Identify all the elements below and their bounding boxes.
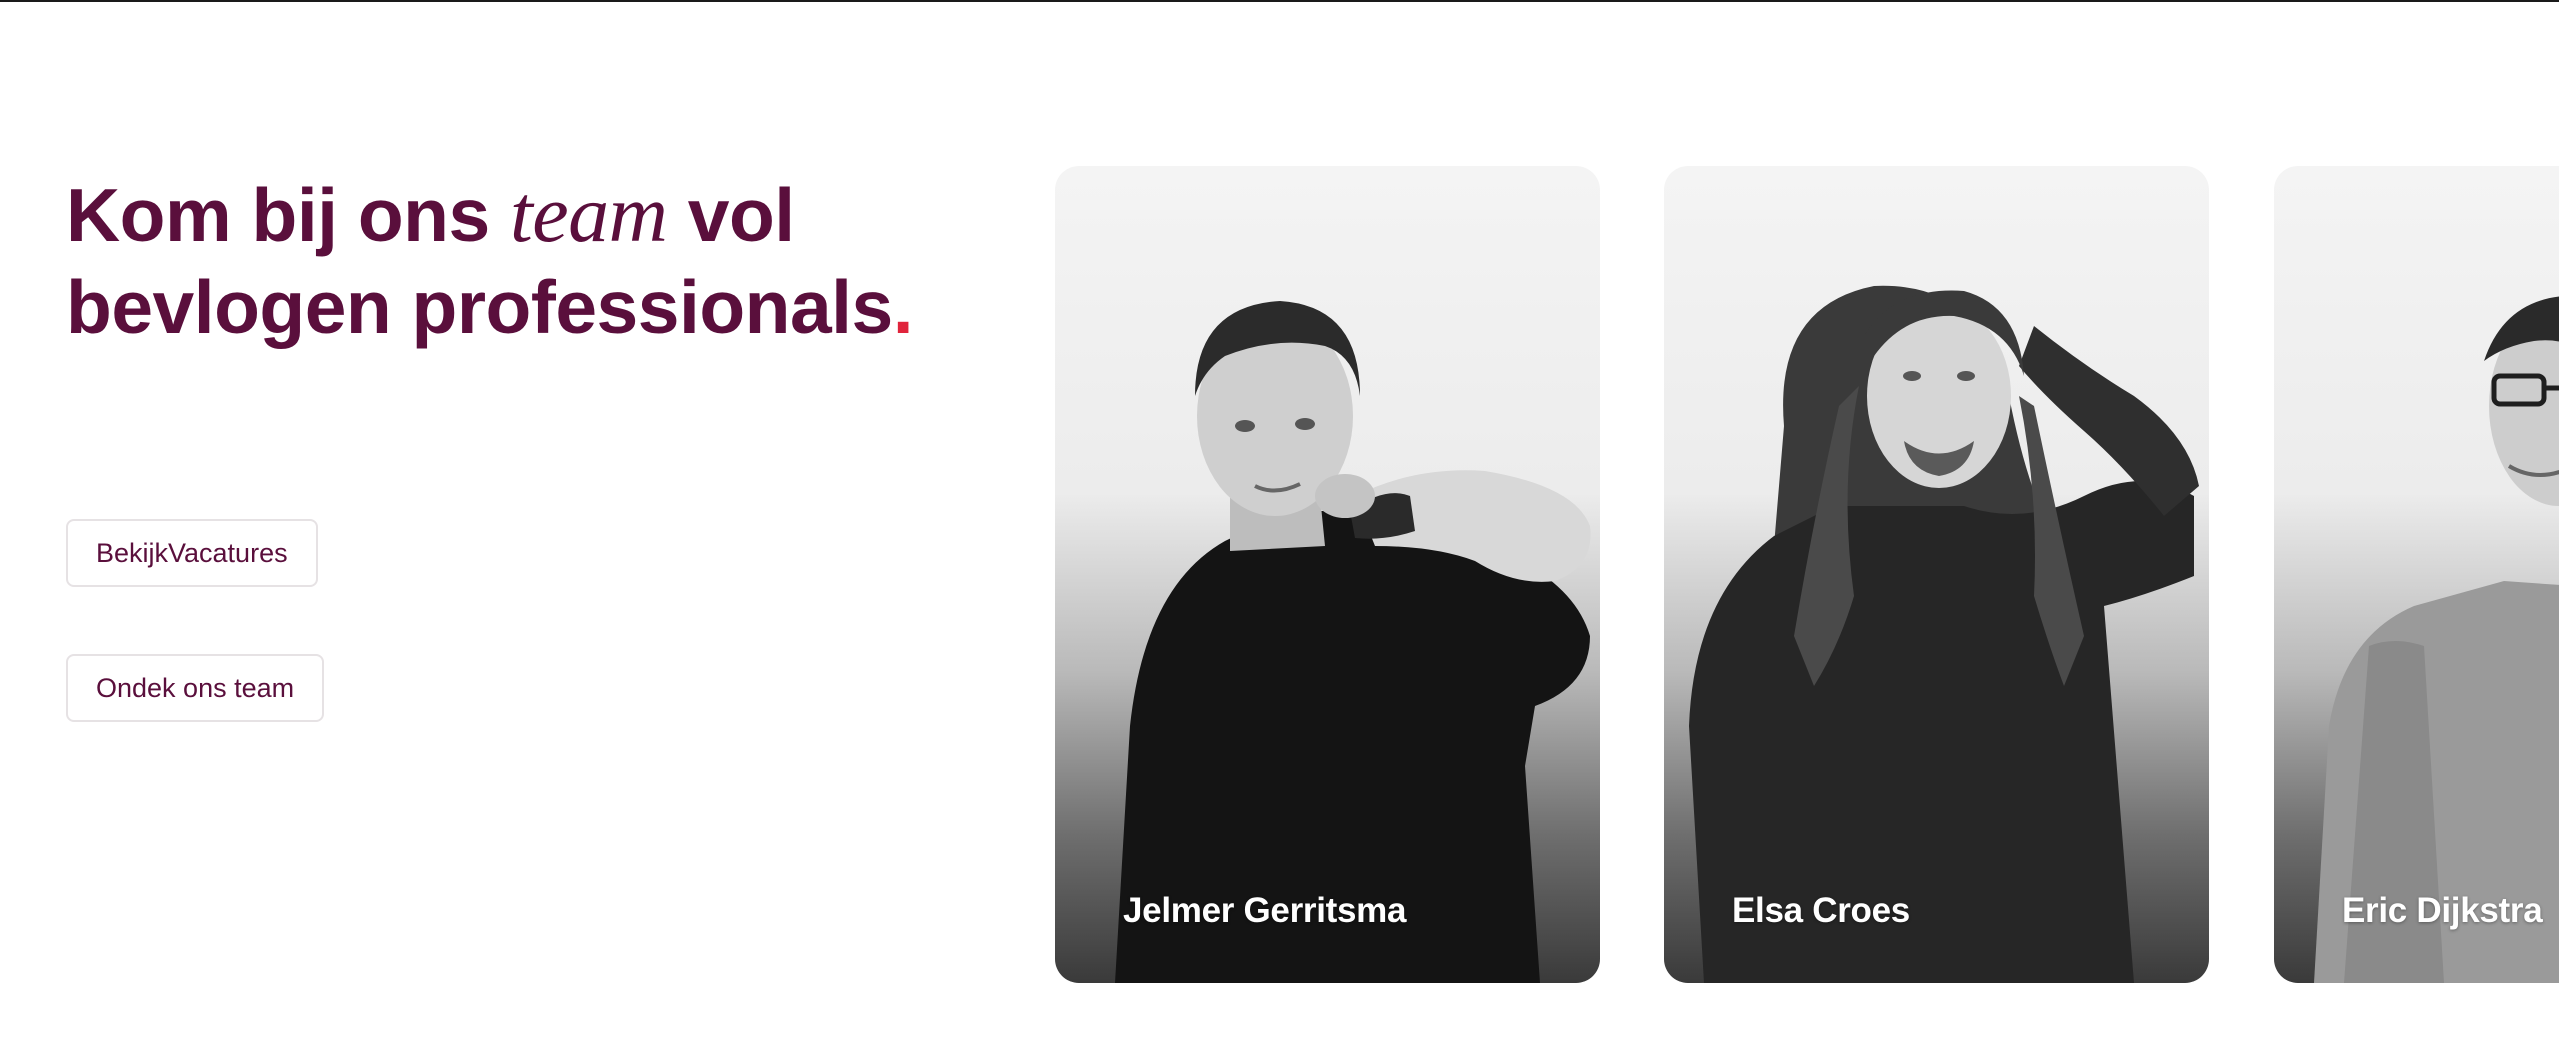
team-card[interactable]: Elsa Croes <box>1664 166 2209 983</box>
view-vacancies-label: BekijkVacatures <box>96 537 288 568</box>
team-member-name: Jelmer Gerritsma <box>1123 891 1407 930</box>
team-member-photo <box>2314 296 2559 983</box>
headline-accent-dot: . <box>892 265 914 349</box>
view-vacancies-button[interactable]: BekijkVacatures <box>66 519 318 587</box>
team-member-photo <box>1115 301 1591 983</box>
team-carousel[interactable]: Jelmer Gerritsma Elsa Croes Eric Dijkstr… <box>1055 166 2559 983</box>
headline-line-2: bevlogen professionals <box>66 265 893 349</box>
page-title: Kom bij ons team vol bevlogen profession… <box>66 168 966 353</box>
discover-team-button[interactable]: Ondek ons team <box>66 654 325 722</box>
team-member-name: Eric Dijkstra <box>2342 891 2543 930</box>
team-member-name: Elsa Croes <box>1732 891 1910 930</box>
headline-italic-word: team <box>510 168 668 259</box>
headline-part-2: vol <box>667 173 795 257</box>
team-hero-section: Kom bij ons team vol bevlogen profession… <box>0 0 2559 1049</box>
team-card[interactable]: Eric Dijkstra <box>2274 166 2559 983</box>
headline-part-1: Kom bij ons <box>66 173 510 257</box>
discover-team-label: Ondek ons team <box>96 672 295 703</box>
team-member-photo <box>1689 285 2199 983</box>
team-card[interactable]: Jelmer Gerritsma <box>1055 166 1600 983</box>
